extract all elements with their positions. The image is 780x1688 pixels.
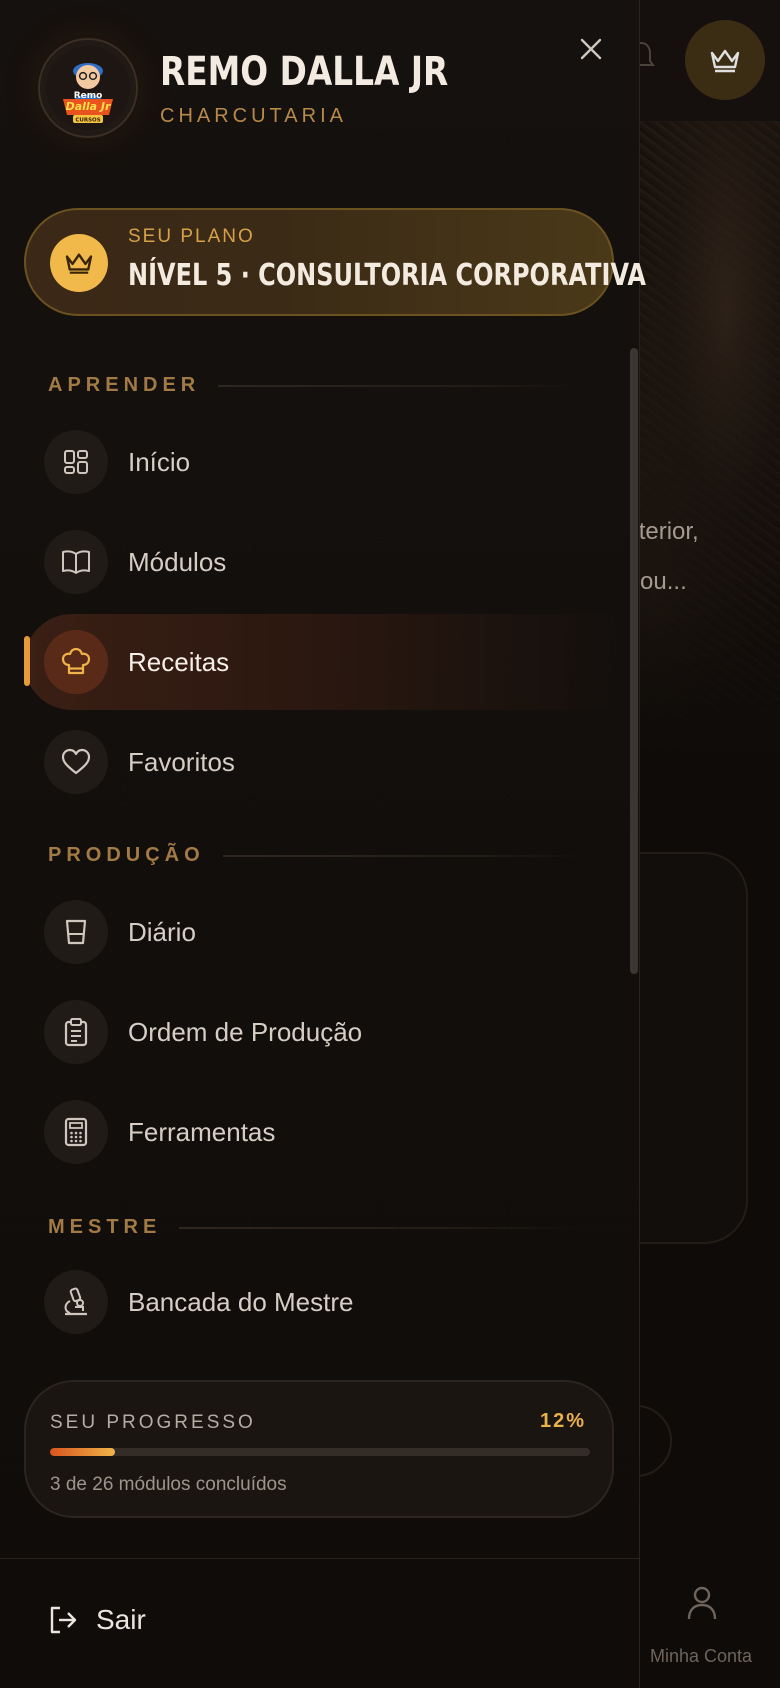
section-divider	[222, 854, 583, 857]
crown-icon	[50, 234, 108, 292]
nav-item-bancada[interactable]: Bancada do Mestre	[24, 1254, 624, 1350]
close-button[interactable]	[576, 34, 606, 64]
logout-label: Sair	[96, 1604, 146, 1635]
plan-card[interactable]: SEU PLANO NÍVEL 5 · CONSULTORIA CORPORAT…	[24, 208, 646, 316]
brand-text: REMO DALLA JR CHARCUTARIA	[160, 49, 512, 128]
nav-item-favoritos[interactable]: Favoritos	[24, 714, 624, 810]
user-icon[interactable]	[686, 1585, 718, 1621]
side-drawer: Remo Dalla Jr CURSOS REMO DALLA JR CHARC…	[0, 0, 646, 1688]
progress-card: SEU PROGRESSO 12% 3 de 26 módulos conclu…	[24, 1380, 614, 1518]
nav-label: Favoritos	[128, 746, 235, 777]
nav-label: Início	[128, 446, 191, 477]
microscope-icon	[44, 1270, 108, 1334]
nav-item-modulos[interactable]: Módulos	[24, 514, 624, 610]
active-indicator	[24, 636, 30, 686]
svg-text:CURSOS: CURSOS	[75, 118, 100, 124]
section-divider	[218, 384, 579, 387]
nav-label: Ordem de Produção	[128, 1016, 363, 1047]
nav-label: Bancada do Mestre	[128, 1286, 354, 1317]
section-divider	[179, 1226, 580, 1229]
section-master-header: MESTRE	[48, 1216, 580, 1239]
svg-text:Dalla Jr: Dalla Jr	[66, 100, 111, 113]
premium-crown-button[interactable]	[685, 20, 765, 100]
section-learn-header: APRENDER	[48, 374, 579, 397]
nav-label: Módulos	[128, 546, 227, 577]
book-icon	[44, 530, 108, 594]
clipboard-icon	[44, 1000, 108, 1064]
plan-name: NÍVEL 5 · CONSULTORIA CORPORATIVA	[128, 258, 646, 293]
chef-hat-icon	[44, 630, 108, 694]
crown-icon	[710, 49, 740, 73]
calculator-icon	[44, 1100, 108, 1164]
scrollbar[interactable]	[630, 348, 638, 974]
bottom-nav-account-label[interactable]: Minha Conta	[650, 1646, 752, 1667]
progress-fill	[50, 1448, 115, 1456]
footer-divider	[0, 1558, 640, 1559]
section-title: PRODUÇÃO	[48, 844, 205, 866]
section-title: APRENDER	[48, 374, 201, 396]
nav-item-ferramentas[interactable]: Ferramentas	[24, 1084, 624, 1180]
progress-percent: 12%	[539, 1410, 586, 1432]
brand-subtitle: CHARCUTARIA	[160, 104, 347, 127]
progress-summary: 3 de 26 módulos concluídos	[50, 1474, 287, 1495]
nav-item-receitas[interactable]: Receitas	[24, 614, 624, 710]
heart-icon	[44, 730, 108, 794]
cup-icon	[44, 900, 108, 964]
logout-button[interactable]: Sair	[48, 1604, 146, 1636]
nav-item-ordem-producao[interactable]: Ordem de Produção	[24, 984, 624, 1080]
nav-label: Ferramentas	[128, 1116, 276, 1147]
brand-header: Remo Dalla Jr CURSOS REMO DALLA JR CHARC…	[38, 38, 512, 138]
logout-icon	[50, 1606, 77, 1634]
plan-label: SEU PLANO	[128, 226, 255, 247]
nav-label: Receitas	[128, 646, 230, 677]
section-production-header: PRODUÇÃO	[48, 844, 583, 867]
progress-label: SEU PROGRESSO	[50, 1412, 256, 1433]
nav-item-diario[interactable]: Diário	[24, 884, 624, 980]
nav-item-inicio[interactable]: Início	[24, 414, 624, 510]
section-title: MESTRE	[48, 1216, 162, 1238]
brand-name: REMO DALLA JR	[160, 48, 449, 95]
progress-track	[50, 1448, 590, 1456]
brand-logo: Remo Dalla Jr CURSOS	[38, 38, 138, 138]
close-icon	[580, 38, 602, 60]
nav-label: Diário	[128, 916, 196, 947]
grid-icon	[44, 430, 108, 494]
